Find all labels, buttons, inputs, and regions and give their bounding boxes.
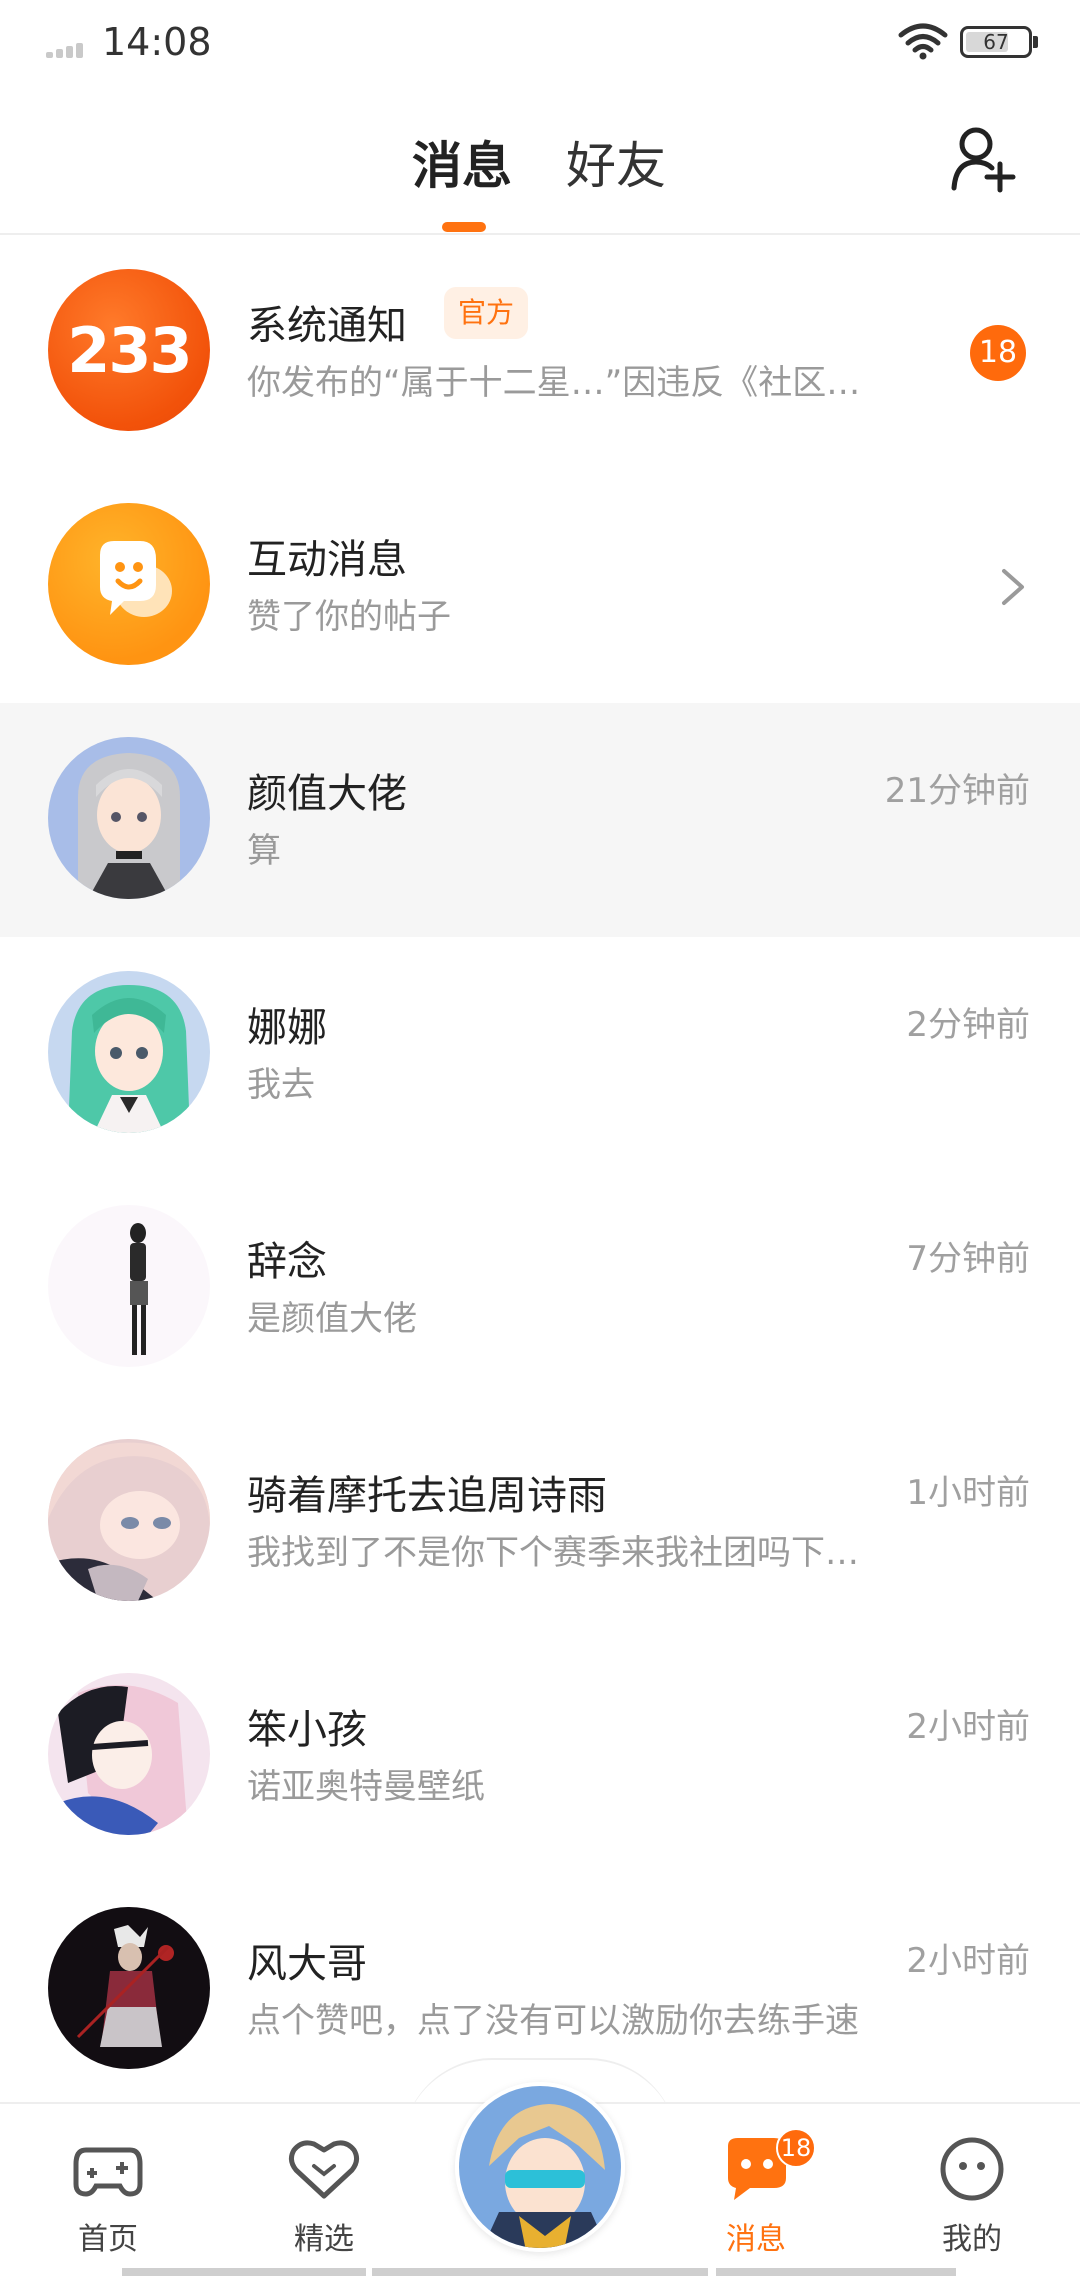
- unread-badge: 18: [970, 325, 1026, 381]
- nav-mine-label: 我的: [942, 2222, 1002, 2257]
- row-title: 娜娜: [247, 1005, 327, 1051]
- list-item-chat[interactable]: 骑着摩托去追周诗雨 我找到了不是你下个赛季来我社团吗下… 1小时前: [0, 1405, 1080, 1639]
- status-time: 14:08: [102, 20, 212, 64]
- row-title: 骑着摩托去追周诗雨: [247, 1473, 607, 1519]
- wifi-icon: [898, 23, 948, 60]
- battery-cap: [1033, 36, 1038, 48]
- nav-messages[interactable]: 18 消息: [686, 2104, 826, 2257]
- avatar-interact: [48, 503, 210, 665]
- row-time: 21分钟前: [884, 771, 1030, 811]
- list-item-interactions[interactable]: 互动消息 赞了你的帖子: [0, 469, 1080, 703]
- nav-messages-badge: 18: [776, 2128, 816, 2168]
- list-item-chat[interactable]: 辞念 是颜值大佬 7分钟前: [0, 1171, 1080, 1405]
- heart-chat-icon: [288, 2140, 360, 2199]
- nav-mine[interactable]: 我的: [902, 2104, 1042, 2257]
- avatar: [459, 2086, 621, 2248]
- nav-home[interactable]: 首页: [38, 2104, 178, 2257]
- row-title: 笨小孩: [247, 1707, 367, 1753]
- row-time: 2小时前: [906, 1941, 1030, 1981]
- signal-icon: [46, 40, 90, 58]
- row-subtitle: 你发布的“属于十二星…”因违反《社区…: [247, 363, 861, 403]
- list-item-chat[interactable]: 颜值大佬 算 21分钟前: [0, 703, 1080, 937]
- list-item-chat[interactable]: 笨小孩 诺亚奥特曼壁纸 2小时前: [0, 1639, 1080, 1873]
- nav-featured-label: 精选: [294, 2222, 354, 2257]
- row-subtitle: 赞了你的帖子: [247, 597, 451, 637]
- nav-featured[interactable]: 精选: [254, 2104, 394, 2257]
- avatar: [48, 971, 210, 1133]
- row-title: 系统通知: [247, 303, 407, 349]
- avatar-233: 233: [48, 269, 210, 431]
- row-title: 互动消息: [247, 537, 407, 583]
- row-time: 2小时前: [906, 1707, 1030, 1747]
- row-time: 1小时前: [906, 1473, 1030, 1513]
- row-title: 风大哥: [247, 1941, 367, 1987]
- home-indicator: [122, 2268, 366, 2276]
- status-bar: 14:08 67: [0, 0, 1080, 90]
- chevron-right-icon: [1002, 569, 1024, 605]
- add-friend-icon[interactable]: [948, 124, 1018, 194]
- tab-indicator: [442, 222, 486, 232]
- header: 消息 好友: [0, 90, 1080, 235]
- avatar: [48, 1907, 210, 2069]
- row-subtitle: 诺亚奥特曼壁纸: [247, 1767, 485, 1807]
- row-subtitle: 点个赞吧，点了没有可以激励你去练手速: [247, 2001, 859, 2041]
- avatar: [48, 1439, 210, 1601]
- nav-messages-label: 消息: [726, 2222, 786, 2257]
- tab-friends[interactable]: 好友: [566, 126, 666, 198]
- row-time: 7分钟前: [906, 1239, 1030, 1279]
- nav-home-label: 首页: [78, 2222, 138, 2257]
- avatar: [48, 1673, 210, 1835]
- home-indicator: [716, 2268, 956, 2276]
- list-item-chat[interactable]: 娜娜 我去 2分钟前: [0, 937, 1080, 1171]
- home-indicator: [372, 2268, 708, 2276]
- avatar: [48, 737, 210, 899]
- center-avatar-button[interactable]: [455, 2082, 625, 2252]
- row-subtitle: 我去: [247, 1065, 315, 1105]
- smiley-icon: [940, 2137, 1004, 2201]
- avatar-233-logo: 233: [67, 313, 192, 387]
- avatar: [48, 1205, 210, 1367]
- row-subtitle: 我找到了不是你下个赛季来我社团吗下…: [247, 1533, 859, 1573]
- row-title: 辞念: [247, 1239, 327, 1285]
- gamepad-icon: [73, 2147, 143, 2197]
- battery-level: 67: [983, 30, 1009, 54]
- row-subtitle: 是颜值大佬: [247, 1299, 417, 1339]
- chat-bubble-icon: [100, 541, 172, 617]
- list-item-system-notification[interactable]: 233 系统通知 官方 你发布的“属于十二星…”因违反《社区… 18: [0, 235, 1080, 469]
- battery-icon: 67: [960, 26, 1032, 58]
- row-subtitle: 算: [247, 831, 281, 871]
- row-time: 2分钟前: [906, 1005, 1030, 1045]
- official-tag: 官方: [444, 287, 529, 339]
- row-title: 颜值大佬: [247, 771, 407, 817]
- tab-messages[interactable]: 消息: [412, 126, 512, 198]
